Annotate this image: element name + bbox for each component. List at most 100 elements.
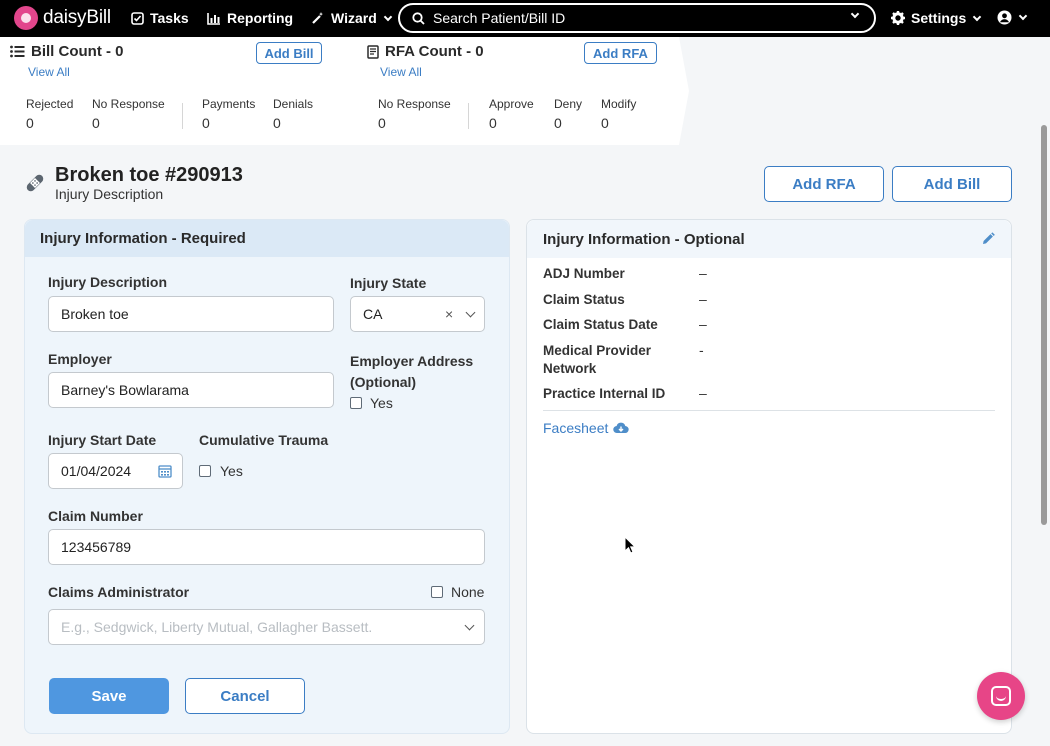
cumulative-trauma-yes-label: Yes xyxy=(220,463,243,479)
claim-status-date-value: – xyxy=(699,316,707,332)
chevron-down-icon xyxy=(972,12,982,21)
search-icon xyxy=(412,11,425,25)
bill-count-title: Bill Count - 0 xyxy=(10,43,124,60)
stat-rfa-no-response-value: 0 xyxy=(378,115,386,131)
injury-state-select[interactable]: CA × xyxy=(350,296,485,332)
page-subtitle: Injury Description xyxy=(55,186,164,202)
user-menu[interactable] xyxy=(997,10,1028,25)
add-bill-button[interactable]: Add Bill xyxy=(892,166,1012,202)
claim-status-value: – xyxy=(699,291,707,307)
claims-admin-none-checkbox[interactable] xyxy=(431,586,443,598)
optional-card-heading: Injury Information - Optional xyxy=(527,220,1011,258)
injury-description-input[interactable]: Broken toe xyxy=(48,296,334,332)
medical-provider-network-value: - xyxy=(699,342,704,358)
optional-card-heading-text: Injury Information - Optional xyxy=(543,230,745,248)
chevron-down-icon xyxy=(383,12,393,21)
chevron-down-icon[interactable] xyxy=(850,9,860,19)
stat-approve-label: Approve xyxy=(489,97,534,111)
nav-settings-label: Settings xyxy=(911,10,967,26)
daisy-flower-icon xyxy=(14,6,38,30)
employer-address-yes-label: Yes xyxy=(370,395,393,411)
claim-number-input[interactable]: 123456789 xyxy=(48,529,485,565)
save-button[interactable]: Save xyxy=(49,678,169,714)
claims-administrator-select[interactable]: E.g., Sedgwick, Liberty Mutual, Gallaghe… xyxy=(48,609,485,645)
injury-start-date-value: 01/04/2024 xyxy=(61,463,132,479)
divider xyxy=(182,103,183,129)
rfa-count-panel: RFA Count - 0 View All Add RFA No Respon… xyxy=(337,37,689,145)
rfa-count-title: RFA Count - 0 xyxy=(367,43,484,60)
user-circle-icon xyxy=(997,10,1012,25)
stat-modify-value: 0 xyxy=(601,115,609,131)
rfa-view-all-link[interactable]: View All xyxy=(380,65,422,79)
checkbox-icon xyxy=(131,11,144,25)
stat-no-response-label: No Response xyxy=(92,97,165,111)
summary-strip: Bill Count - 0 View All Add Bill Rejecte… xyxy=(0,37,1050,147)
stat-deny-value: 0 xyxy=(554,115,562,131)
stat-no-response-value: 0 xyxy=(92,115,100,131)
cumulative-trauma-checkbox[interactable] xyxy=(199,465,211,477)
injury-start-date-input[interactable]: 01/04/2024 xyxy=(48,453,183,489)
stat-rfa-no-response-label: No Response xyxy=(378,97,451,111)
stat-deny-label: Deny xyxy=(554,97,583,111)
add-rfa-small-button[interactable]: Add RFA xyxy=(584,42,657,64)
facesheet-link[interactable]: Facesheet xyxy=(543,420,630,436)
stat-rejected-value: 0 xyxy=(26,115,34,131)
page-title: Broken toe #290913 xyxy=(55,164,243,186)
chat-launcher-button[interactable] xyxy=(977,672,1025,720)
gear-icon xyxy=(891,11,905,25)
mouse-cursor-icon xyxy=(624,536,636,554)
magic-wand-icon xyxy=(312,12,323,24)
practice-internal-id-label: Practice Internal ID xyxy=(543,386,666,401)
bar-chart-icon xyxy=(207,12,220,25)
list-icon xyxy=(10,45,25,58)
stat-modify-label: Modify xyxy=(601,97,637,111)
clear-icon[interactable]: × xyxy=(445,306,453,322)
bill-view-all-link[interactable]: View All xyxy=(28,65,70,79)
claims-admin-none-label: None xyxy=(451,584,485,600)
claim-status-date-label: Claim Status Date xyxy=(543,317,658,332)
top-nav: daisyBill Tasks Reporting Wizard Search … xyxy=(0,0,1050,37)
cloud-download-icon xyxy=(613,422,630,434)
scrollbar-thumb[interactable] xyxy=(1041,125,1047,525)
stat-payments-label: Payments xyxy=(202,97,256,111)
search-input[interactable]: Search Patient/Bill ID xyxy=(398,3,876,33)
adj-number-label: ADJ Number xyxy=(543,266,625,281)
nav-settings[interactable]: Settings xyxy=(891,10,982,26)
divider xyxy=(543,410,995,411)
cumulative-trauma-label: Cumulative Trauma xyxy=(199,432,329,448)
add-bill-small-button[interactable]: Add Bill xyxy=(256,42,322,64)
injury-start-date-label: Injury Start Date xyxy=(48,432,157,448)
pencil-edit-icon[interactable] xyxy=(981,232,995,246)
injury-description-label: Injury Description xyxy=(48,274,168,290)
required-card-heading: Injury Information - Required xyxy=(25,220,509,257)
nav-reporting[interactable]: Reporting xyxy=(207,10,293,26)
injury-optional-card: Injury Information - Optional ADJ Number… xyxy=(526,219,1012,734)
adj-number-value: – xyxy=(699,265,707,281)
nav-wizard[interactable]: Wizard xyxy=(311,10,393,26)
calendar-icon[interactable] xyxy=(158,464,172,478)
claim-number-value: 123456789 xyxy=(61,539,132,555)
nav-wizard-label: Wizard xyxy=(331,10,377,26)
stat-denials-label: Denials xyxy=(273,97,314,111)
add-rfa-button[interactable]: Add RFA xyxy=(764,166,884,202)
medical-provider-network-label: Medical Provider Network xyxy=(543,343,652,376)
stat-denials-value: 0 xyxy=(273,115,281,131)
employer-input[interactable]: Barney's Bowlarama xyxy=(48,372,334,408)
injury-state-value: CA xyxy=(363,306,383,322)
logo-text: daisyBill xyxy=(43,7,111,28)
employer-label: Employer xyxy=(48,351,112,367)
employer-address-checkbox[interactable] xyxy=(350,397,362,409)
injury-description-value: Broken toe xyxy=(61,306,129,322)
chevron-down-icon xyxy=(464,620,475,631)
divider xyxy=(468,103,469,129)
daisybill-logo[interactable]: daisyBill xyxy=(14,6,111,30)
stat-rejected-label: Rejected xyxy=(26,97,74,111)
nav-reporting-label: Reporting xyxy=(227,10,294,26)
injury-required-card: Injury Information - Required Injury Des… xyxy=(24,219,510,734)
cancel-button[interactable]: Cancel xyxy=(185,678,305,714)
nav-tasks[interactable]: Tasks xyxy=(131,10,189,26)
bill-count-text: Bill Count - 0 xyxy=(31,43,124,60)
injury-state-label: Injury State xyxy=(350,275,427,291)
claim-number-label: Claim Number xyxy=(48,508,143,524)
search-placeholder: Search Patient/Bill ID xyxy=(433,10,566,26)
